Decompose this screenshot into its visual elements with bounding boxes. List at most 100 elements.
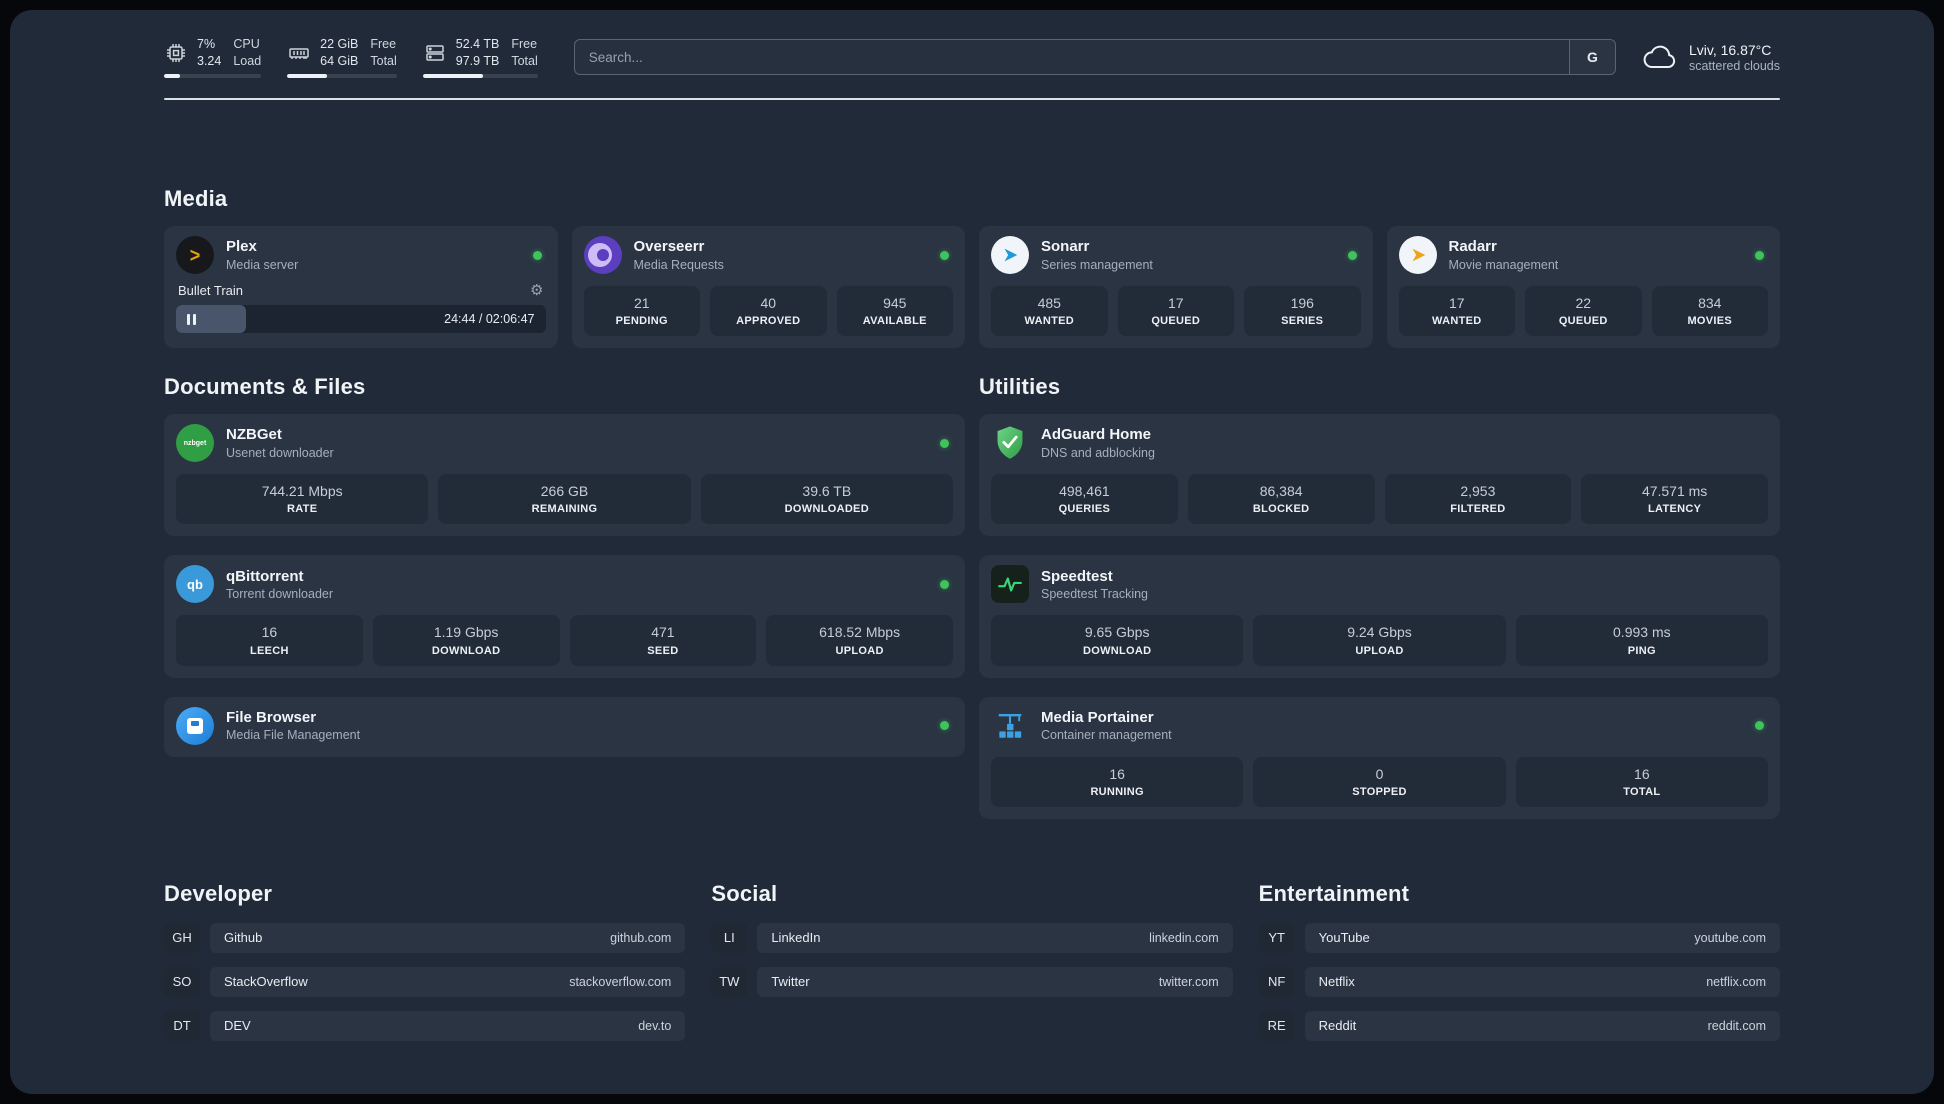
app-name: Media Portainer	[1041, 708, 1154, 726]
playback-time: 24:44 / 02:06:47	[444, 312, 535, 326]
app-name: Speedtest	[1041, 567, 1113, 585]
cloud-icon	[1643, 45, 1676, 69]
plex-player-bar[interactable]: 24:44 / 02:06:47	[176, 305, 546, 333]
cpu-label: CPU	[233, 37, 260, 51]
search-engine-button[interactable]: G	[1568, 40, 1615, 74]
cpu-percent: 7%	[197, 37, 216, 51]
app-subtitle: Series management	[1041, 257, 1153, 272]
developer-group: Developer GH Github github.com SO StackOv…	[164, 881, 686, 1055]
app-subtitle: Media File Management	[226, 728, 361, 743]
weather-condition: scattered clouds	[1688, 58, 1780, 73]
disk-progress-fill	[422, 74, 483, 78]
stat-tile: 0.993 ms PING	[1515, 615, 1768, 666]
app-subtitle: Speedtest Tracking	[1041, 587, 1149, 602]
youtube-link[interactable]: YouTube youtube.com	[1304, 922, 1780, 953]
ram-metric: 22 GiB 64 GiB Free Total	[287, 36, 397, 78]
portainer-card[interactable]: Media Portainer Container management 16 R…	[979, 696, 1780, 819]
qbittorrent-icon: qb	[176, 565, 214, 604]
status-dot	[1755, 721, 1764, 731]
now-playing-title: Bullet Train	[178, 283, 244, 298]
stat-tile: 39.6 TB DOWNLOADED	[700, 474, 953, 525]
youtube-icon: YT	[1258, 922, 1295, 953]
status-dot	[940, 250, 949, 260]
speedtest-card[interactable]: Speedtest Speedtest Tracking 9.65 Gbps DO…	[979, 555, 1780, 678]
bookmark-row: SO StackOverflow stackoverflow.com	[164, 966, 686, 997]
stat-tile: 0 STOPPED	[1253, 756, 1506, 807]
stat-tile: 22 QUEUED	[1525, 286, 1642, 337]
overseerr-icon	[583, 236, 622, 274]
bookmark-row: DT DEV dev.to	[164, 1010, 686, 1041]
filebrowser-card[interactable]: File Browser Media File Management	[164, 696, 965, 757]
documents-column: Documents & Files nzbget NZBGet Usenet d…	[164, 348, 965, 757]
dashboard: 7% 3.24 CPU Load 22 GiB 64 GiB Free Tota…	[10, 10, 1934, 1094]
search-bar: G	[573, 39, 1616, 75]
app-name: Sonarr	[1041, 238, 1090, 256]
disk-progressbar	[422, 74, 538, 78]
app-name: Radarr	[1448, 238, 1497, 256]
utilities-heading: Utilities	[979, 374, 1061, 400]
pause-icon[interactable]	[187, 313, 196, 325]
disk-total-label: Total	[511, 53, 538, 68]
bookmark-row: YT YouTube youtube.com	[1258, 922, 1780, 953]
two-column-area: Documents & Files nzbget NZBGet Usenet d…	[164, 348, 1780, 819]
bookmark-row: RE Reddit reddit.com	[1258, 1010, 1780, 1041]
qbittorrent-card[interactable]: qb qBittorrent Torrent downloader 16 LEEC…	[164, 555, 965, 678]
weather-location: Lviv, 16.87°C	[1688, 41, 1772, 58]
reddit-icon: RE	[1258, 1010, 1295, 1041]
header-divider	[164, 98, 1780, 100]
linkedin-link[interactable]: LinkedIn linkedin.com	[757, 922, 1233, 953]
media-heading: Media	[164, 186, 228, 211]
bookmark-row: NF Netflix netflix.com	[1258, 966, 1780, 997]
app-subtitle: Container management	[1041, 728, 1172, 743]
dev-link[interactable]: DEV dev.to	[210, 1010, 686, 1041]
stat-tile: 498,461 QUERIES	[991, 474, 1178, 525]
disk-free: 52.4 TB	[455, 37, 500, 51]
adguard-card[interactable]: AdGuard Home DNS and adblocking 498,461 Q…	[979, 414, 1780, 537]
plex-icon: >	[176, 236, 214, 274]
app-subtitle: Movie management	[1448, 257, 1559, 272]
nzbget-card[interactable]: nzbget NZBGet Usenet downloader 744.21 M…	[164, 414, 965, 537]
weather-widget[interactable]: Lviv, 16.87°C scattered clouds	[1642, 42, 1780, 73]
status-dot	[1755, 250, 1764, 260]
stat-tile: 40 APPROVED	[710, 286, 827, 337]
app-name: Overseerr	[633, 238, 705, 256]
disk-free-label: Free	[511, 37, 538, 51]
status-dot	[940, 438, 949, 448]
twitter-link[interactable]: Twitter twitter.com	[757, 966, 1233, 997]
github-link[interactable]: Github github.com	[210, 922, 686, 953]
netflix-icon: NF	[1258, 966, 1295, 997]
screen-frame: 7% 3.24 CPU Load 22 GiB 64 GiB Free Tota…	[0, 0, 1944, 1104]
cpu-metric: 7% 3.24 CPU Load	[164, 36, 262, 78]
stat-tile: 744.21 Mbps RATE	[176, 474, 429, 525]
cpu-icon	[167, 43, 185, 62]
app-subtitle: Usenet downloader	[226, 446, 334, 461]
reddit-link[interactable]: Reddit reddit.com	[1304, 1010, 1780, 1041]
sonarr-icon	[991, 236, 1029, 274]
stackoverflow-link[interactable]: StackOverflow stackoverflow.com	[210, 966, 686, 997]
topbar: 7% 3.24 CPU Load 22 GiB 64 GiB Free Tota…	[164, 10, 1780, 78]
overseerr-card[interactable]: Overseerr Media Requests 21 PENDING 40 APP…	[571, 226, 965, 349]
nzbget-icon: nzbget	[176, 424, 214, 463]
search-input[interactable]	[574, 40, 1569, 74]
cpu-progress-fill	[164, 74, 180, 78]
netflix-link[interactable]: Netflix netflix.com	[1304, 966, 1780, 997]
stat-tile: 16 RUNNING	[991, 756, 1244, 807]
stat-tile: 196 SERIES	[1244, 286, 1361, 337]
status-dot	[940, 579, 949, 589]
status-dot	[1347, 250, 1357, 260]
plex-card[interactable]: > Plex Media server Bullet Train ⚙ 24:44…	[164, 226, 558, 349]
social-group: Social LI LinkedIn linkedin.com TW Twitte…	[711, 881, 1233, 1055]
stat-tile: 485 WANTED	[991, 286, 1108, 337]
stat-tile: 266 GB REMAINING	[438, 474, 691, 525]
radarr-card[interactable]: Radarr Movie management 17 WANTED 22 QUEUE…	[1386, 226, 1780, 349]
entertainment-group: Entertainment YT YouTube youtube.com NF N…	[1258, 881, 1780, 1055]
ram-progressbar	[287, 74, 397, 78]
gear-icon[interactable]: ⚙	[530, 283, 543, 298]
twitter-icon: TW	[711, 966, 748, 997]
app-subtitle: DNS and adblocking	[1041, 446, 1155, 461]
app-name: AdGuard Home	[1041, 426, 1152, 444]
app-name: NZBGet	[226, 426, 282, 444]
stat-tile: 9.24 Gbps UPLOAD	[1253, 615, 1506, 666]
sonarr-card[interactable]: Sonarr Series management 485 WANTED 17 QUE…	[979, 226, 1373, 349]
stat-tile: 17 WANTED	[1398, 286, 1515, 337]
